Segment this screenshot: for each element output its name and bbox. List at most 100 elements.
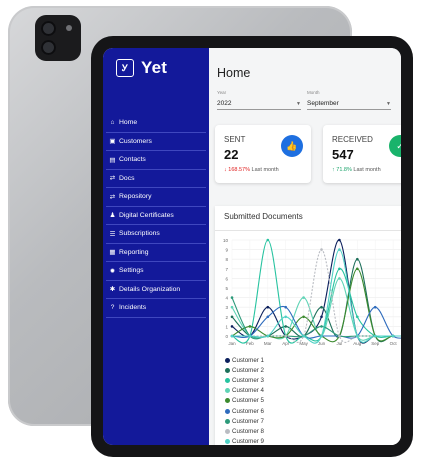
chevron-down-icon: ▼ [386, 101, 391, 107]
arrow-up-icon: ↑ [332, 167, 335, 173]
y-tick-label: 2 [225, 315, 228, 320]
legend-item[interactable]: Customer 6 [225, 406, 264, 416]
data-point [284, 334, 287, 338]
sidebar: Ꭹ Yet ⌂ Home ▣ Customers ▤ Contacts ⇄ Docs ⇄ Repo… [103, 48, 209, 445]
sidebar-item-label: Docs [119, 174, 135, 182]
sidebar-item-label: Reporting [119, 248, 149, 256]
data-point [320, 334, 323, 338]
data-point [248, 325, 252, 328]
month-select[interactable]: Month September ▼ [307, 90, 391, 110]
legend-dot-icon [225, 408, 230, 414]
data-point [284, 325, 287, 328]
subscriptions-icon: ☰ [109, 230, 116, 238]
legend-item[interactable]: Customer 7 [225, 416, 264, 426]
data-point [302, 315, 305, 319]
received-card-label: RECEIVED [332, 135, 373, 144]
received-card-value: 547 [332, 147, 354, 162]
camera-module-icon [35, 15, 81, 61]
page-title: Home [217, 66, 251, 80]
y-tick-label: 8 [225, 257, 228, 262]
sidebar-item-repository[interactable]: ⇄ Repository [106, 188, 206, 207]
sidebar-item-incidents[interactable]: ? Incidents [106, 299, 206, 318]
month-select-label: Month [307, 90, 320, 95]
legend-item[interactable]: Customer 4 [225, 386, 264, 396]
y-tick-label: 9 [225, 248, 228, 253]
data-point [302, 296, 305, 299]
sent-card-label: SENT [224, 135, 246, 144]
sidebar-item-details-organization[interactable]: ✱ Details Organization [106, 281, 206, 299]
data-point [266, 315, 270, 319]
reporting-icon: ▦ [109, 249, 116, 257]
chart-divider [215, 230, 401, 231]
sidebar-item-label: Details Organization [119, 285, 181, 293]
contacts-icon: ▤ [109, 156, 116, 164]
data-point [320, 315, 323, 319]
sidebar-item-label: Contacts [119, 156, 146, 164]
month-select-value: September [307, 100, 339, 107]
year-select[interactable]: Year 2022 ▼ [217, 90, 301, 110]
main-content: Home Year 2022 ▼ Month September ▼ SENT … [209, 48, 401, 445]
sidebar-item-docs[interactable]: ⇄ Docs [106, 170, 206, 188]
data-point [338, 277, 341, 280]
x-tick-label: Jun [318, 341, 326, 346]
chart-legend: Customer 1 Customer 2 Customer 3 Customer 4… [225, 355, 264, 445]
legend-item[interactable]: Customer 3 [225, 375, 264, 385]
data-point [356, 334, 359, 338]
sidebar-item-label: Incidents [119, 304, 147, 312]
sidebar-item-label: Customers [119, 137, 152, 145]
customers-icon: ▣ [109, 138, 116, 146]
sent-trend-text: Last month [251, 167, 279, 173]
repository-icon: ⇄ [109, 193, 116, 201]
y-tick-label: 4 [225, 296, 228, 301]
chevron-down-icon: ▼ [296, 101, 301, 107]
sidebar-item-subscriptions[interactable]: ☰ Subscriptions [106, 225, 206, 244]
received-card: RECEIVED 547 ↑ 71.8% Last month ✓ [323, 125, 401, 183]
sidebar-item-home[interactable]: ⌂ Home [106, 114, 206, 133]
x-tick-label: May [299, 341, 308, 346]
year-select-value: 2022 [217, 100, 232, 107]
data-point [338, 248, 341, 251]
data-point [373, 334, 377, 338]
legend-item[interactable]: Customer 1 [225, 355, 264, 365]
legend-label: Customer 4 [232, 387, 264, 395]
data-point [266, 334, 270, 338]
sidebar-item-settings[interactable]: ✹ Settings [106, 262, 206, 281]
data-point [230, 334, 234, 338]
legend-dot-icon [225, 428, 230, 434]
sidebar-item-label: Home [119, 119, 138, 127]
sidebar-item-label: Subscriptions [119, 230, 160, 238]
sidebar-item-label: Digital Certificates [119, 211, 174, 219]
legend-item[interactable]: Customer 9 [225, 437, 264, 445]
legend-label: Customer 1 [232, 356, 264, 364]
submitted-documents-card: Submitted Documents 10 9 8 7 6 5 4 3 2 1 0 Jan Feb Ma… [215, 206, 401, 445]
sidebar-item-customers[interactable]: ▣ Customers [106, 133, 206, 151]
y-tick-label: 1 [225, 324, 228, 329]
series-line [231, 268, 401, 343]
y-tick-label: 0 [225, 334, 228, 339]
data-point [338, 334, 341, 338]
x-tick-label: Oct [390, 341, 398, 346]
legend-label: Customer 3 [232, 376, 264, 384]
sidebar-nav: ⌂ Home ▣ Customers ▤ Contacts ⇄ Docs ⇄ Repository… [106, 114, 206, 318]
sidebar-item-digital-certificates[interactable]: ♟ Digital Certificates [106, 207, 206, 225]
line-chart: 109876543210Jan Feb Mar Apr May Jun Jul Aug Sep O… [223, 238, 401, 346]
data-point [320, 248, 323, 251]
data-point [391, 334, 395, 338]
docs-icon: ⇄ [109, 175, 116, 183]
data-point [302, 334, 305, 338]
sent-card-value: 22 [224, 147, 239, 162]
app-logo[interactable]: Ꭹ Yet [116, 58, 167, 78]
legend-item[interactable]: Customer 2 [225, 365, 264, 375]
legend-label: Customer 2 [232, 366, 264, 374]
legend-item[interactable]: Customer 5 [225, 396, 264, 406]
x-tick-label: Sep [371, 341, 380, 346]
data-point [266, 238, 270, 242]
certificate-icon: ♟ [109, 212, 116, 220]
y-tick-label: 5 [225, 286, 228, 291]
series-line [231, 297, 401, 340]
received-trend-value: 71.8% [336, 167, 352, 173]
legend-item[interactable]: Customer 8 [225, 426, 264, 436]
legend-label: Customer 9 [232, 438, 264, 445]
sidebar-item-contacts[interactable]: ▤ Contacts [106, 151, 206, 170]
sidebar-item-reporting[interactable]: ▦ Reporting [106, 244, 206, 262]
